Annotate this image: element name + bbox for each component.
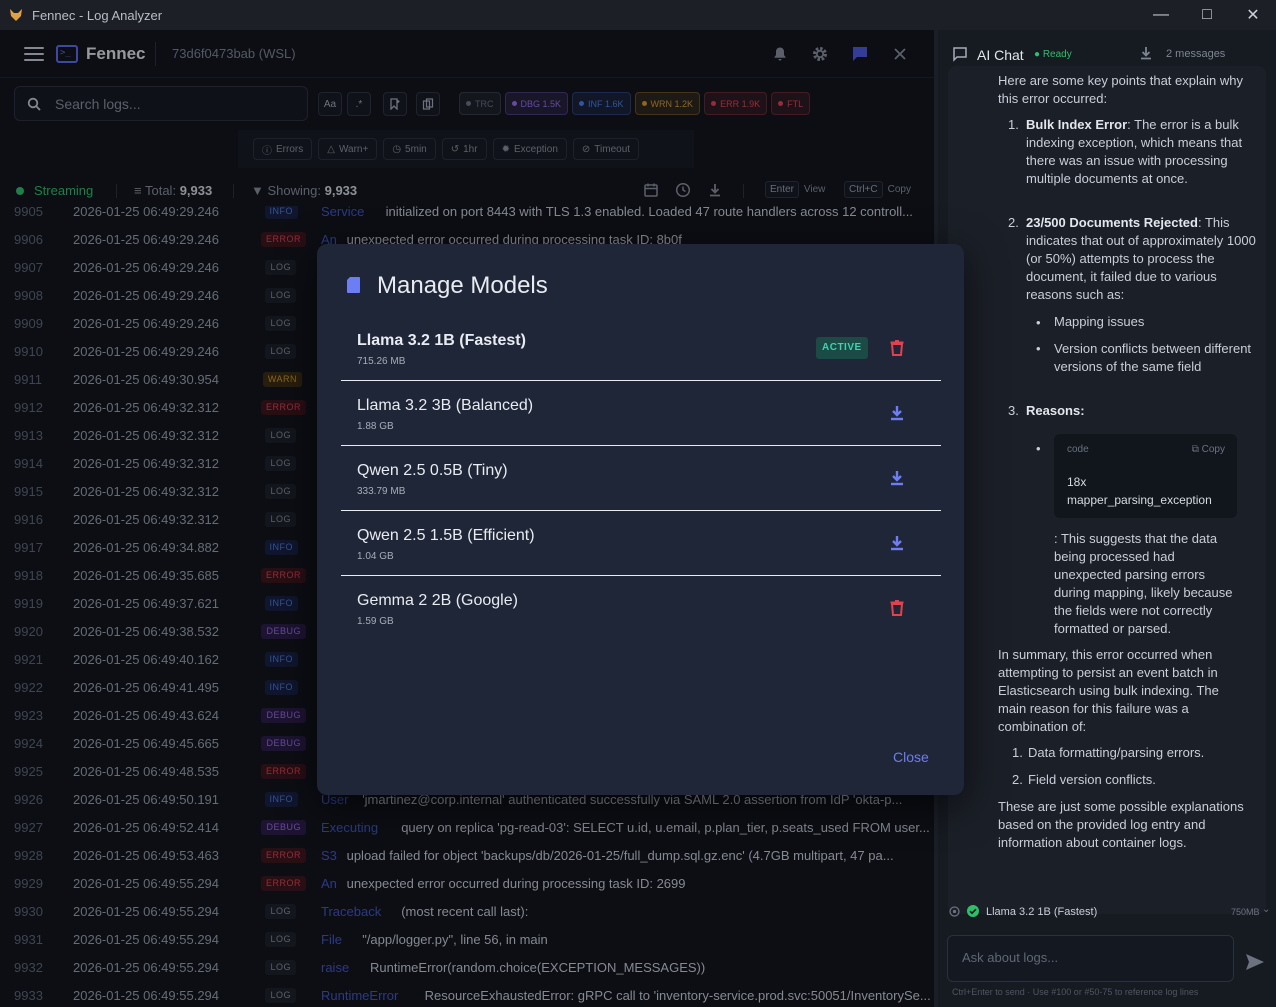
close-dialog-button[interactable]: Close xyxy=(893,749,929,765)
message-count: 2 messages xyxy=(1166,48,1226,60)
export-chat-icon[interactable] xyxy=(1139,46,1153,60)
manage-models-dialog: Manage Models Llama 3.2 1B (Fastest) 715.… xyxy=(317,244,964,795)
model-row[interactable]: Qwen 2.5 1.5B (Efficient) 1.04 GB xyxy=(341,511,941,576)
code-content: 18x mapper_parsing_exception xyxy=(1067,475,1212,507)
code-language: code xyxy=(1067,444,1089,455)
ai-chat-pane: AI Chat ● Ready 2 messages Here are some… xyxy=(938,30,1276,1007)
chat-title: AI Chat xyxy=(977,47,1024,63)
model-size: 1.59 GB xyxy=(357,616,394,627)
model-row[interactable]: Qwen 2.5 0.5B (Tiny) 333.79 MB xyxy=(341,446,941,511)
fennec-logo-icon xyxy=(8,7,24,23)
active-badge: ACTIVE xyxy=(816,337,868,359)
current-model: Llama 3.2 1B (Fastest) xyxy=(986,906,1098,918)
model-selector[interactable]: Llama 3.2 1B (Fastest) 750MB ⌄ xyxy=(938,896,1276,926)
trash-icon[interactable] xyxy=(887,598,907,618)
bullet: • xyxy=(1036,341,1041,356)
list-number: 3. xyxy=(1008,403,1019,418)
model-row[interactable]: Llama 3.2 1B (Fastest) 715.26 MB ACTIVE xyxy=(341,316,941,381)
summary-item-2: Field version conflicts. xyxy=(1028,772,1156,787)
point-1: Bulk Index Error: The error is a bulk in… xyxy=(1026,117,1243,186)
chat-input[interactable] xyxy=(962,950,1212,965)
model-name: Llama 3.2 1B (Fastest) xyxy=(357,332,526,349)
model-size: 1.04 GB xyxy=(357,551,394,562)
model-name: Qwen 2.5 1.5B (Efficient) xyxy=(357,527,535,544)
download-icon[interactable] xyxy=(887,403,907,423)
model-row[interactable]: Gemma 2 2B (Google) 1.59 GB xyxy=(341,576,941,641)
chat-input-box xyxy=(947,935,1234,982)
code-explanation: : This suggests that the data being proc… xyxy=(1054,531,1233,636)
model-size: 750MB xyxy=(1231,907,1260,917)
chat-status: ● Ready xyxy=(1034,49,1072,60)
list-number: 2. xyxy=(1008,215,1019,230)
cpu-icon xyxy=(949,906,960,917)
download-icon[interactable] xyxy=(887,533,907,553)
copy-code-button[interactable]: ⧉ Copy xyxy=(1192,441,1225,459)
send-icon[interactable] xyxy=(1243,950,1267,974)
point-2: 23/500 Documents Rejected: This indicate… xyxy=(1026,215,1256,302)
closing-text: These are just some possible explanation… xyxy=(998,799,1244,850)
summary-item-1: Data formatting/parsing errors. xyxy=(1028,745,1205,760)
sd-card-icon xyxy=(347,277,360,293)
model-name: Gemma 2 2B (Google) xyxy=(357,592,518,609)
input-hint: Ctrl+Enter to send · Use #100 or #50-75 … xyxy=(952,987,1199,997)
bullet-1: Mapping issues xyxy=(1054,314,1145,329)
model-size: 1.88 GB xyxy=(357,421,394,432)
summary: In summary, this error occurred when att… xyxy=(998,647,1219,734)
model-name: Llama 3.2 3B (Balanced) xyxy=(357,397,534,414)
list-number: 1. xyxy=(1012,745,1023,760)
model-row[interactable]: Llama 3.2 3B (Balanced) 1.88 GB xyxy=(341,381,941,446)
model-size: 333.79 MB xyxy=(357,486,406,497)
chat-message: Here are some key points that explain wh… xyxy=(948,66,1266,914)
title-bar: Fennec - Log Analyzer — □ ✕ xyxy=(0,0,1276,30)
chevron-down-icon: ⌄ xyxy=(1262,904,1271,915)
model-name: Qwen 2.5 0.5B (Tiny) xyxy=(357,462,508,479)
model-size: 715.26 MB xyxy=(357,356,406,367)
point-3: Reasons: xyxy=(1026,403,1085,418)
chat-bubble-icon xyxy=(953,47,967,62)
dialog-title: Manage Models xyxy=(377,272,548,299)
bullet: • xyxy=(1036,441,1041,456)
trash-icon[interactable] xyxy=(887,338,907,358)
code-block: code ⧉ Copy 18x mapper_parsing_exception xyxy=(1054,434,1237,518)
window-title: Fennec - Log Analyzer xyxy=(32,7,163,23)
bullet-2: Version conflicts between different vers… xyxy=(1054,341,1252,374)
download-icon[interactable] xyxy=(887,468,907,488)
copy-icon: ⧉ xyxy=(1191,444,1199,455)
check-circle-icon xyxy=(967,905,979,917)
maximize-button[interactable]: □ xyxy=(1184,0,1230,30)
chat-intro: Here are some key points that explain wh… xyxy=(998,73,1243,106)
close-window-button[interactable]: ✕ xyxy=(1230,0,1276,30)
list-number: 2. xyxy=(1012,772,1023,787)
minimize-button[interactable]: — xyxy=(1138,0,1184,30)
bullet: • xyxy=(1036,315,1041,330)
